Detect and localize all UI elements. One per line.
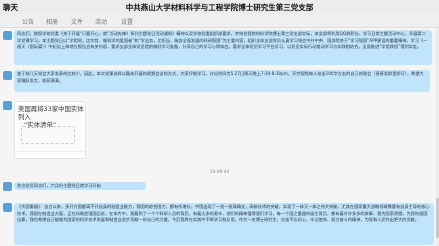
tab-files[interactable]: 文件 bbox=[71, 17, 83, 26]
message-timestamp: 19:09:44 bbox=[209, 170, 230, 175]
sender-avatar[interactable] bbox=[3, 71, 12, 80]
title-bar: 聊天 中共燕山大学材料科学与工程学院博士研究生第三党支部 bbox=[0, 0, 439, 14]
sender-avatar[interactable] bbox=[3, 31, 12, 40]
message-bubble[interactable]: 各位党员同志们，六月份主题党日就学习开始 bbox=[14, 182, 146, 190]
tab-album[interactable]: 相册 bbox=[46, 17, 58, 26]
shared-article-card[interactable]: 美国再将33家中国实体列入 “实体清单” bbox=[14, 101, 86, 159]
message-text: 同志们，按照学校党委《关于开展“只要开心，就”活动先锋》系列主题党日活动通知》精… bbox=[17, 31, 428, 50]
tab-bar: ‹ 公告 相册 文件 活动 设置 bbox=[0, 14, 439, 40]
article-illustration bbox=[21, 126, 75, 144]
tab-announcements[interactable]: 公告 bbox=[22, 17, 34, 26]
message-bubble[interactable]: 同志们，按照学校党委《关于开展“只要开心，就”活动先锋》系列主题党日活动通知》精… bbox=[14, 30, 432, 65]
message-bubble[interactable]: 《大国重器》：自古以来，多开方国都离不开自身的制造业能力，我国的综合国力，都有所… bbox=[14, 203, 434, 245]
article-title-line-1: 美国再将33家中国实体列入 bbox=[18, 105, 84, 121]
message-text: 各位党员同志们，六月份主题党日就学习开始 bbox=[17, 183, 101, 188]
chat-area[interactable]: 同志们，按照学校党委《关于开展“只要开心，就”活动先锋》系列主题党日活动通知》精… bbox=[0, 28, 439, 246]
sender-avatar[interactable] bbox=[3, 203, 12, 212]
tab-activities[interactable]: 活动 bbox=[95, 17, 107, 26]
message-text: 《大国重器》：自古以来，多开方国都离不开自身的制造业能力，我国的综合国力，都有所… bbox=[17, 204, 430, 223]
message-text: 鉴于前几天党会大家发表的比较少，因此，本次党课选择以集体开展的视频会议的方式，大… bbox=[17, 71, 424, 83]
tab-settings[interactable]: 设置 bbox=[121, 17, 133, 26]
sender-avatar[interactable] bbox=[3, 101, 12, 110]
message-bubble[interactable]: 鉴于前几天党会大家发表的比较少，因此，本次党课选择以集体开展的视频会议的方式，大… bbox=[14, 70, 430, 92]
card-footer bbox=[15, 151, 85, 158]
sender-avatar[interactable] bbox=[3, 182, 12, 191]
window-title: 中共燕山大学材料科学与工程学院博士研究生第三党支部 bbox=[125, 3, 314, 12]
